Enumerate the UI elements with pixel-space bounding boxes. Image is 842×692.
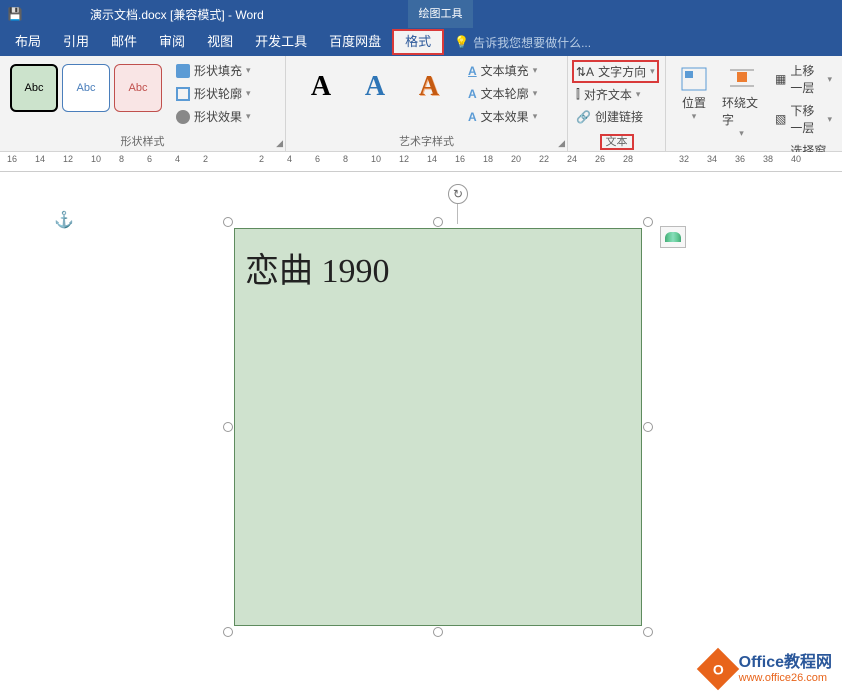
wrap-text-icon bbox=[726, 64, 758, 94]
shape-text-content[interactable]: 恋曲 1990 bbox=[235, 229, 641, 306]
shape-style-1[interactable]: Abc bbox=[10, 64, 58, 112]
text-direction-icon: ⇅A bbox=[576, 65, 594, 79]
title-bar: 💾 演示文档.docx [兼容模式] - Word 绘图工具 bbox=[0, 0, 842, 28]
save-icon[interactable]: 💾 bbox=[0, 7, 30, 21]
align-text-icon: ⫿ bbox=[576, 87, 580, 102]
group-shape-styles: Abc Abc Abc 形状填充 形状轮廓 形状效果 形状样式 ◢ bbox=[0, 56, 286, 151]
paint-bucket-icon bbox=[176, 64, 190, 78]
position-icon bbox=[678, 64, 710, 94]
tab-references[interactable]: 引用 bbox=[52, 28, 100, 56]
dialog-launcher-icon[interactable]: ◢ bbox=[558, 138, 565, 149]
horizontal-ruler[interactable]: 16 14 12 10 8 6 4 2 2 4 6 8 10 12 14 16 … bbox=[0, 152, 842, 172]
watermark-url: www.office26.com bbox=[739, 672, 832, 684]
layout-options-button[interactable] bbox=[660, 226, 686, 248]
shape-outline-button[interactable]: 形状轮廓 bbox=[172, 83, 255, 104]
text-outline-button[interactable]: A 文本轮廓 bbox=[464, 83, 541, 104]
tab-baidu[interactable]: 百度网盘 bbox=[318, 28, 392, 56]
layout-options-icon bbox=[665, 232, 681, 242]
group-wordart-styles: A A A A 文本填充 A 文本轮廓 A 文本效果 艺术字样式 ◢ bbox=[286, 56, 568, 151]
wordart-style-2[interactable]: A bbox=[352, 64, 398, 110]
watermark-title: Office教程网 bbox=[739, 654, 832, 672]
send-backward-button[interactable]: ▧ 下移一层 bbox=[771, 100, 836, 138]
wrap-text-button[interactable]: 环绕文字 ▾ bbox=[716, 60, 767, 143]
text-outline-icon: A bbox=[468, 87, 477, 101]
text-effects-button[interactable]: A 文本效果 bbox=[464, 106, 541, 127]
group-label-wordart: 艺术字样式 bbox=[292, 131, 561, 149]
group-label-shape-styles: 形状样式 bbox=[6, 131, 279, 149]
tab-review[interactable]: 审阅 bbox=[148, 28, 196, 56]
tab-dev[interactable]: 开发工具 bbox=[244, 28, 318, 56]
rectangle-shape[interactable]: 恋曲 1990 bbox=[234, 228, 642, 626]
shape-effects-button[interactable]: 形状效果 bbox=[172, 106, 255, 127]
send-backward-icon: ▧ bbox=[775, 112, 786, 126]
resize-handle-bm[interactable] bbox=[433, 627, 443, 637]
dialog-launcher-icon[interactable]: ◢ bbox=[276, 138, 283, 149]
wordart-gallery[interactable]: A A A bbox=[292, 60, 458, 114]
ribbon: Abc Abc Abc 形状填充 形状轮廓 形状效果 形状样式 ◢ bbox=[0, 56, 842, 152]
shape-fill-button[interactable]: 形状填充 bbox=[172, 60, 255, 81]
tell-me-search[interactable]: 💡 告诉我您想要做什么... bbox=[454, 34, 591, 51]
watermark-logo-icon: O bbox=[696, 648, 738, 690]
text-direction-button[interactable]: ⇅A 文字方向 bbox=[572, 60, 659, 83]
group-label-text: 文本 bbox=[600, 134, 634, 150]
resize-handle-tm[interactable] bbox=[433, 217, 443, 227]
shape-style-gallery[interactable]: Abc Abc Abc bbox=[6, 60, 166, 116]
resize-handle-tl[interactable] bbox=[223, 217, 233, 227]
tab-view[interactable]: 视图 bbox=[196, 28, 244, 56]
watermark: O Office教程网 www.office26.com bbox=[703, 654, 832, 684]
resize-handle-tr[interactable] bbox=[643, 217, 653, 227]
effects-icon bbox=[176, 110, 190, 124]
create-link-button[interactable]: 🔗 创建链接 bbox=[572, 106, 659, 127]
resize-handle-br[interactable] bbox=[643, 627, 653, 637]
group-arrange: 位置 ▾ 环绕文字 ▾ ▦ 上移一层 ▧ 下移一层 bbox=[666, 56, 842, 151]
resize-handle-mr[interactable] bbox=[643, 422, 653, 432]
tab-format[interactable]: 格式 bbox=[392, 29, 444, 55]
rotate-connector bbox=[457, 204, 458, 224]
bring-forward-icon: ▦ bbox=[775, 72, 786, 86]
anchor-icon: ⚓ bbox=[54, 210, 74, 230]
bring-forward-button[interactable]: ▦ 上移一层 bbox=[771, 60, 836, 98]
text-effects-icon: A bbox=[468, 110, 477, 124]
align-text-button[interactable]: ⫿ 对齐文本 bbox=[572, 84, 659, 105]
shape-style-2[interactable]: Abc bbox=[62, 64, 110, 112]
text-fill-icon: A bbox=[468, 64, 477, 78]
tab-layout[interactable]: 布局 bbox=[4, 28, 52, 56]
shape-style-3[interactable]: Abc bbox=[114, 64, 162, 112]
resize-handle-bl[interactable] bbox=[223, 627, 233, 637]
position-button[interactable]: 位置 ▾ bbox=[672, 60, 716, 126]
text-fill-button[interactable]: A 文本填充 bbox=[464, 60, 541, 81]
lightbulb-icon: 💡 bbox=[454, 35, 469, 49]
document-title: 演示文档.docx [兼容模式] - Word bbox=[90, 6, 264, 23]
ribbon-tabs: 布局 引用 邮件 审阅 视图 开发工具 百度网盘 格式 💡 告诉我您想要做什么.… bbox=[0, 28, 842, 56]
tab-mail[interactable]: 邮件 bbox=[100, 28, 148, 56]
drawing-tools-label: 绘图工具 bbox=[408, 0, 473, 28]
group-text: ⇅A 文字方向 ⫿ 对齐文本 🔗 创建链接 文本 bbox=[568, 56, 666, 151]
rotate-handle[interactable]: ↻ bbox=[448, 184, 468, 204]
link-icon: 🔗 bbox=[576, 110, 591, 124]
resize-handle-ml[interactable] bbox=[223, 422, 233, 432]
wordart-style-1[interactable]: A bbox=[298, 64, 344, 110]
pencil-icon bbox=[176, 87, 190, 101]
wordart-style-3[interactable]: A bbox=[406, 64, 452, 110]
document-canvas[interactable]: ⚓ ↻ 恋曲 1990 bbox=[0, 172, 842, 692]
shape-selection[interactable]: 恋曲 1990 bbox=[228, 222, 648, 632]
